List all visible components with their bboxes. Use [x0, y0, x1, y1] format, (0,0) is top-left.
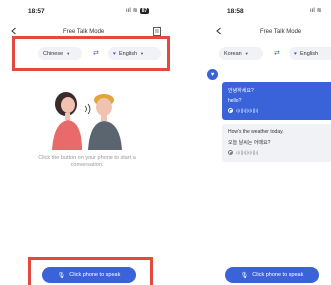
- wifi-icon: ≋: [316, 8, 322, 14]
- target-language-select[interactable]: ♥ English: [289, 47, 331, 60]
- conversation-illustration: [52, 92, 122, 150]
- source-language-select[interactable]: Korean ▼: [219, 47, 263, 60]
- highlight-frame-speak: [28, 257, 153, 285]
- status-time: 18:58: [227, 8, 244, 15]
- message-bubble-received: How's the weather today. 오늘 날씨는 어때요? ı|ı…: [222, 124, 331, 162]
- user-avatar: ♥: [207, 69, 218, 80]
- audio-playback[interactable]: ı|ı||ı||ı|ı||ı|: [228, 150, 328, 155]
- message-original: 안녕하세요?: [228, 88, 254, 94]
- message-translation: 오늘 날씨는 어때요?: [228, 140, 271, 146]
- document-edit-icon[interactable]: [153, 27, 161, 36]
- page-title: Free Talk Mode: [260, 29, 302, 35]
- status-time: 18:57: [28, 8, 45, 15]
- status-icons: ııl ≋ 87: [126, 7, 150, 14]
- audio-waveform: ı|ı||ı||ı|ı||ı|: [236, 108, 259, 113]
- screen-right: 18:58 ııl ≋ Free Talk Mode Korean ▼ ⇄ ♥ …: [207, 0, 331, 285]
- screen-left: 18:57 ııl ≋ 87 Free Talk Mode Chinese ▼ …: [0, 0, 170, 285]
- message-translation: hello?: [228, 98, 242, 104]
- status-icons: ııl ≋: [310, 7, 322, 15]
- start-conversation-hint: Click the button on your phone to start …: [38, 155, 136, 168]
- microphone-icon: 🎙︎: [240, 272, 249, 279]
- back-icon[interactable]: [215, 27, 223, 35]
- speak-button[interactable]: 🎙︎ Click phone to speak: [225, 267, 319, 283]
- back-icon[interactable]: [10, 27, 18, 35]
- swap-arrows-icon[interactable]: ⇄: [274, 49, 280, 57]
- message-bubble-sent: 안녕하세요? hello? ı|ı||ı||ı|ı||ı|: [222, 82, 331, 120]
- target-language-label: English: [299, 50, 319, 57]
- battery-icon: 87: [139, 7, 150, 14]
- play-circle-icon[interactable]: [228, 108, 233, 113]
- speak-button-label: Click phone to speak: [252, 272, 304, 278]
- source-language-label: Korean: [224, 50, 242, 57]
- audio-playback[interactable]: ı|ı||ı||ı|ı||ı|: [228, 108, 328, 113]
- signal-icon: ııl: [310, 7, 315, 14]
- wifi-icon: ≋: [132, 8, 138, 14]
- caret-down-icon: ▼: [244, 51, 249, 56]
- highlight-frame-languages: [12, 36, 170, 71]
- message-original: How's the weather today.: [228, 129, 284, 135]
- audio-waveform: ı|ı||ı||ı|ı||ı|: [236, 150, 259, 155]
- play-circle-icon[interactable]: [228, 150, 233, 155]
- page-title: Free Talk Mode: [63, 29, 105, 35]
- signal-icon: ııl: [126, 7, 131, 14]
- heart-icon: ♥: [294, 50, 297, 57]
